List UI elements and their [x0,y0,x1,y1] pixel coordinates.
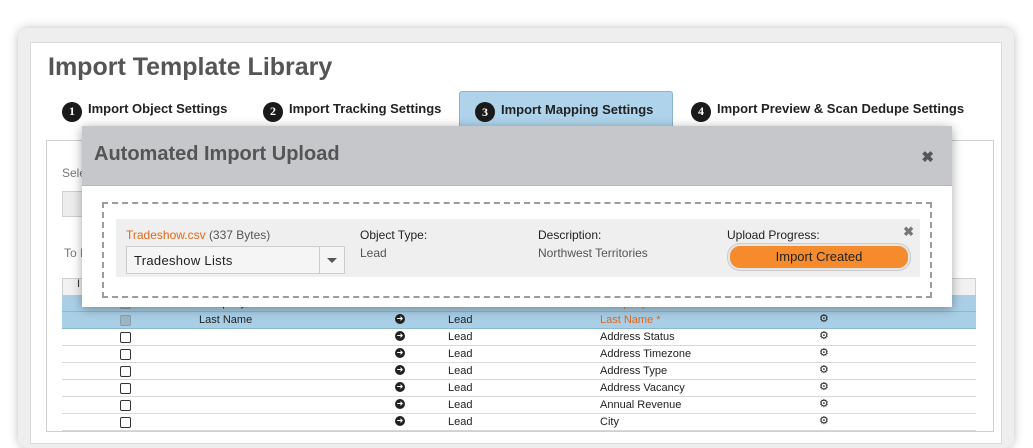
gear-icon[interactable]: ⚙ [819,380,829,393]
target-field: Address Type [600,365,668,377]
tab-import-mapping-settings[interactable]: 3 Import Mapping Settings [459,91,673,126]
step-number-badge: 4 [691,101,711,122]
object-type-value: Lead [360,246,387,260]
table-row[interactable]: ➜ Lead Address Vacancy ⚙ [62,380,976,397]
step-number-badge: 3 [475,102,495,122]
page-title: Import Template Library [48,53,333,81]
tab-label: Import Tracking Settings [289,101,442,116]
description-label: Description: [538,228,602,242]
target-field: Last Name * [600,314,661,326]
automated-import-modal: Automated Import Upload ✖ Tradeshow.csv … [82,126,952,307]
target-field: City [600,416,619,428]
tab-import-object-settings[interactable]: 1 Import Object Settings [62,91,242,126]
remove-file-icon[interactable]: ✖ [903,224,914,240]
modal-title: Automated Import Upload [94,143,340,165]
upload-drop-zone[interactable]: Tradeshow.csv (337 Bytes) Tradeshow List… [102,202,932,298]
grid-header-label: I [77,278,81,290]
gear-icon[interactable]: ⚙ [819,312,829,325]
arrow-right-icon: ➜ [395,416,405,426]
modal-header: Automated Import Upload ✖ [82,126,952,186]
row-checkbox[interactable] [120,383,131,394]
row-checkbox[interactable] [120,366,131,377]
row-checkbox[interactable] [120,400,131,411]
table-row[interactable]: ➜ Lead Address Timezone ⚙ [62,346,976,363]
arrow-right-icon: ➜ [395,314,405,324]
table-row[interactable]: ➜ Lead Address Status ⚙ [62,329,976,346]
to-label-fragment: To I [64,246,84,260]
file-name[interactable]: Tradeshow.csv [126,228,206,242]
upload-file-row: Tradeshow.csv (337 Bytes) Tradeshow List… [116,219,920,277]
upload-progress-label: Upload Progress: [727,228,820,242]
target-field: Address Timezone [600,348,692,360]
object-type: Lead [448,348,473,360]
table-row[interactable]: Last Name ➜ Lead Last Name * ⚙ [62,312,976,329]
list-select[interactable]: Tradeshow Lists [126,246,345,274]
row-checkbox[interactable] [120,315,131,326]
tab-import-preview-settings[interactable]: 4 Import Preview & Scan Dedupe Settings [691,91,991,126]
description-value: Northwest Territories [538,246,648,260]
arrow-right-icon: ➜ [395,365,405,375]
file-info: Tradeshow.csv (337 Bytes) [126,228,270,242]
gear-icon[interactable]: ⚙ [819,397,829,410]
progress-status: Import Created [775,249,863,264]
close-icon[interactable]: ✖ [921,148,934,166]
gear-icon[interactable]: ⚙ [819,363,829,376]
object-type: Lead [448,331,473,343]
target-field: Address Vacancy [600,382,685,394]
target-field: Annual Revenue [600,399,682,411]
tab-import-tracking-settings[interactable]: 2 Import Tracking Settings [263,91,453,126]
object-type: Lead [448,399,473,411]
gear-icon[interactable]: ⚙ [819,329,829,342]
object-type: Lead [448,382,473,394]
list-select-value: Tradeshow Lists [134,253,233,268]
row-checkbox[interactable] [120,417,131,428]
tab-label: Import Preview & Scan Dedupe Settings [717,101,965,116]
table-row[interactable]: ➜ Lead Address Type ⚙ [62,363,976,380]
arrow-right-icon: ➜ [395,348,405,358]
step-number-badge: 1 [62,101,82,122]
arrow-right-icon: ➜ [395,382,405,392]
tab-label: Import Object Settings [88,101,228,116]
target-field: Address Status [600,331,675,343]
source-column: Last Name [199,314,253,326]
tab-label: Import Mapping Settings [501,101,654,117]
arrow-right-icon: ➜ [395,331,405,341]
row-checkbox[interactable] [120,349,131,360]
file-size: (337 Bytes) [208,228,271,242]
table-row[interactable]: ➜ Lead Annual Revenue ⚙ [62,397,976,414]
upload-progress-bar: Import Created [728,244,910,270]
chevron-down-icon[interactable] [319,247,344,273]
gear-icon[interactable]: ⚙ [819,346,829,359]
object-type: Lead [448,365,473,377]
object-type: Lead [448,314,473,326]
row-checkbox[interactable] [120,332,131,343]
object-type: Lead [448,416,473,428]
table-row[interactable]: ➜ Lead City ⚙ [62,414,976,431]
object-type-label: Object Type: [360,228,428,242]
arrow-right-icon: ➜ [395,399,405,409]
step-number-badge: 2 [263,101,283,122]
